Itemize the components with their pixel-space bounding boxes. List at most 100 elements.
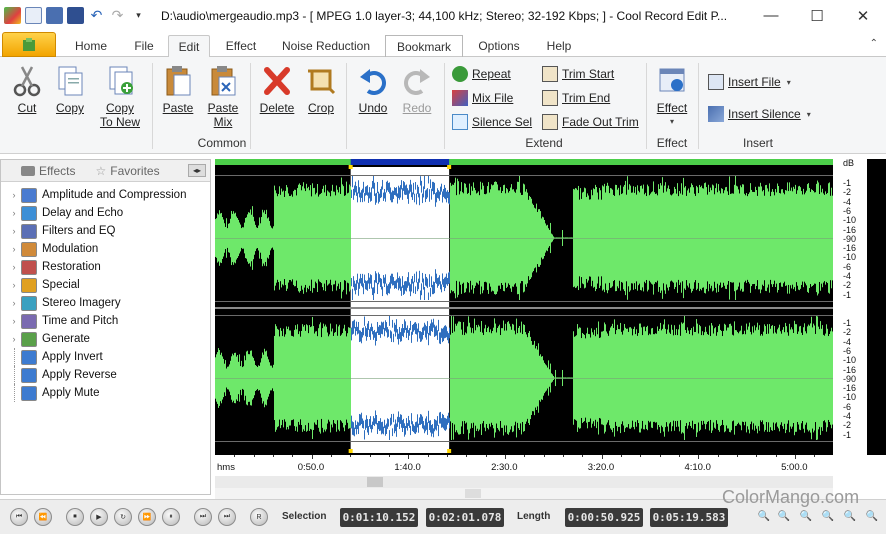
tree-item[interactable]: › Restoration <box>1 258 210 276</box>
repeat-button[interactable]: Repeat <box>452 65 511 83</box>
open-file-icon[interactable] <box>46 7 63 24</box>
ribbon-collapse-icon[interactable]: ⌃ <box>870 38 878 49</box>
panel-tab-effects[interactable]: Effects <box>1 160 75 182</box>
crop-button[interactable]: Crop <box>302 65 340 115</box>
copy-to-new-button[interactable]: Copy To New <box>96 65 144 129</box>
customize-toolbar-icon[interactable]: ▾ <box>130 7 147 24</box>
minimize-button[interactable]: — <box>748 0 794 31</box>
redo-icon[interactable]: ↷ <box>109 7 126 24</box>
time-label: 0:50.0 <box>297 462 325 473</box>
tab-effect[interactable]: Effect <box>216 35 266 57</box>
expand-arrow-icon[interactable]: › <box>7 208 21 218</box>
close-button[interactable]: ✕ <box>840 0 886 31</box>
tree-item[interactable]: › Amplitude and Compression <box>1 186 210 204</box>
expand-arrow-icon[interactable]: › <box>7 316 21 326</box>
effect-dropdown-button[interactable]: Effect ▾ <box>652 65 692 129</box>
zoom-in-icon[interactable]: 🔍 <box>756 508 772 524</box>
selection-marker-icon[interactable] <box>348 449 353 453</box>
zoom-selection-icon[interactable]: 🔍 <box>798 508 814 524</box>
tree-item[interactable]: › Stereo Imagery <box>1 294 210 312</box>
selection-marker-icon[interactable] <box>348 165 353 169</box>
application-menu-button[interactable] <box>2 32 56 57</box>
redo-button[interactable]: Redo <box>398 65 436 115</box>
play-button[interactable]: ▶ <box>90 508 108 526</box>
selection-region[interactable] <box>350 167 450 453</box>
go-to-end-button[interactable]: ⏭ <box>218 508 236 526</box>
waveform-sample <box>361 190 362 198</box>
waveform-sample <box>383 426 384 435</box>
maximize-button[interactable]: ☐ <box>794 0 840 31</box>
cut-button[interactable]: Cut <box>8 65 46 115</box>
zoom-full-icon[interactable]: 🔍 <box>820 508 836 524</box>
tab-edit[interactable]: Edit <box>168 35 210 58</box>
time-label: 3:20.0 <box>587 462 615 473</box>
rewind-button[interactable]: ⏪ <box>34 508 52 526</box>
zoom-vertical-out-icon[interactable]: 🔍 <box>864 508 880 524</box>
go-to-start-button[interactable]: ⏮ <box>10 508 28 526</box>
tree-item[interactable]: Apply Invert <box>1 348 210 366</box>
expand-arrow-icon[interactable]: › <box>7 262 21 272</box>
tree-item[interactable]: Apply Reverse <box>1 366 210 384</box>
undo-button[interactable]: Undo <box>352 65 394 115</box>
horizontal-scroll-thumb[interactable] <box>367 477 383 487</box>
time-minor-tick <box>350 455 352 457</box>
insert-file-button[interactable]: Insert File ▾ <box>708 73 791 91</box>
save-icon[interactable] <box>67 7 84 24</box>
trim-start-button[interactable]: Trim Start <box>542 65 614 83</box>
trim-end-button[interactable]: Trim End <box>542 89 610 107</box>
record-button[interactable]: R <box>250 508 268 526</box>
expand-arrow-icon[interactable]: › <box>7 190 21 200</box>
delete-button[interactable]: Delete <box>256 65 298 115</box>
tree-item[interactable]: › Modulation <box>1 240 210 258</box>
zoom-out-icon[interactable]: 🔍 <box>776 508 792 524</box>
tree-item[interactable]: › Special <box>1 276 210 294</box>
tab-noise-reduction[interactable]: Noise Reduction <box>274 35 378 57</box>
paste-mix-button[interactable]: Paste Mix <box>202 65 244 129</box>
next-button[interactable]: ⏭ <box>194 508 212 526</box>
tree-item[interactable]: › Delay and Echo <box>1 204 210 222</box>
fast-forward-button[interactable]: ⏩ <box>138 508 156 526</box>
tab-help[interactable]: Help <box>536 35 582 57</box>
pause-button[interactable]: ⏸ <box>162 508 180 526</box>
selection-marker-icon[interactable] <box>447 449 452 453</box>
tree-item[interactable]: › Generate <box>1 330 210 348</box>
waveform-sample <box>430 287 431 297</box>
expand-arrow-icon[interactable]: › <box>7 280 21 290</box>
tab-options[interactable]: Options <box>470 35 528 57</box>
expand-arrow-icon[interactable]: › <box>7 334 21 344</box>
loop-button[interactable]: ↻ <box>114 508 132 526</box>
paste-button[interactable]: Paste <box>158 65 198 115</box>
tab-home[interactable]: Home <box>66 35 116 57</box>
copy-button[interactable]: Copy <box>50 65 90 115</box>
tab-file[interactable]: File <box>124 35 164 57</box>
expand-arrow-icon[interactable]: › <box>7 298 21 308</box>
tree-item[interactable]: Apply Mute <box>1 384 210 402</box>
new-file-icon[interactable] <box>25 7 42 24</box>
panel-tab-favorites[interactable]: ☆ Favorites <box>75 160 159 182</box>
tree-item[interactable]: › Filters and EQ <box>1 222 210 240</box>
waveform-sample <box>440 411 441 424</box>
waveform-sample <box>448 191 449 204</box>
expand-arrow-icon[interactable]: › <box>7 226 21 236</box>
waveform-sample <box>372 326 373 335</box>
selection-marker-icon[interactable] <box>447 165 452 169</box>
waveform-sample <box>440 281 441 290</box>
waveform-view[interactable] <box>215 159 833 455</box>
overview-selection[interactable] <box>350 159 450 165</box>
overview-thumb[interactable] <box>465 489 481 498</box>
silence-selection-button[interactable]: Silence Sel <box>452 113 532 131</box>
expand-arrow-icon[interactable]: › <box>7 244 21 254</box>
vertical-zoom-strip[interactable] <box>867 159 886 455</box>
waveform-sample <box>404 281 405 294</box>
fade-out-trim-button[interactable]: Fade Out Trim <box>542 113 639 131</box>
undo-icon[interactable]: ↶ <box>88 7 105 24</box>
overview-bar[interactable] <box>215 159 833 165</box>
waveform-canvas[interactable] <box>215 159 833 455</box>
insert-silence-button[interactable]: Insert Silence ▾ <box>708 105 811 123</box>
zoom-vertical-in-icon[interactable]: 🔍 <box>842 508 858 524</box>
stop-button[interactable]: ⏹ <box>66 508 84 526</box>
tab-bookmark[interactable]: Bookmark <box>385 35 463 57</box>
panel-tab-scroll-button[interactable]: ◂▸ <box>188 164 206 177</box>
tree-item[interactable]: › Time and Pitch <box>1 312 210 330</box>
mix-file-button[interactable]: Mix File <box>452 89 513 107</box>
